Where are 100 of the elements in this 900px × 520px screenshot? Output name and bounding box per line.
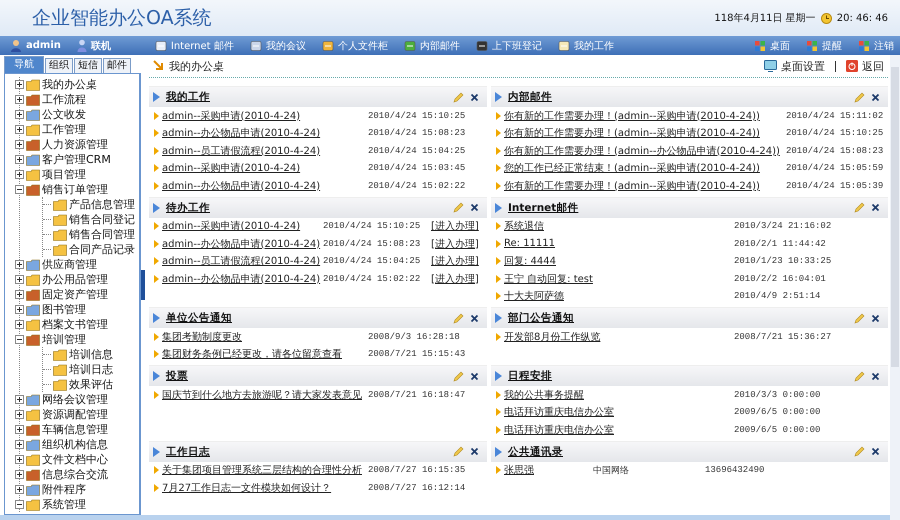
expand-icon[interactable] <box>15 125 24 134</box>
sidebar-tab[interactable]: 邮件 <box>103 58 131 73</box>
tree-item[interactable]: 文件文档中心 <box>42 452 108 467</box>
user-link[interactable]: admin <box>10 39 61 52</box>
item-link[interactable]: 您的工作已经正常结束！(admin--采购申请(2010-4-24)) <box>504 161 760 176</box>
item-link[interactable]: 7月27工作日志一文件模块如何设计？ <box>162 480 332 495</box>
close-icon[interactable] <box>470 314 479 322</box>
close-icon[interactable] <box>871 203 880 212</box>
expand-icon[interactable] <box>15 470 24 479</box>
tree-item[interactable]: 图书管理 <box>42 302 86 317</box>
panel-title[interactable]: Internet邮件 <box>508 200 578 214</box>
item-link[interactable]: 回复: 4444 <box>504 254 556 268</box>
close-icon[interactable] <box>470 203 479 212</box>
pencil-icon[interactable] <box>854 446 865 457</box>
item-link[interactable]: admin--办公物品申请(2010-4-24) <box>162 272 320 286</box>
expand-icon[interactable] <box>15 95 24 104</box>
item-link[interactable]: 开发部8月份工作纵览 <box>504 330 600 344</box>
panel-title[interactable]: 待办工作 <box>166 200 210 214</box>
item-link[interactable]: 你有新的工作需要办理！(admin--采购申请(2010-4-24)) <box>504 178 760 193</box>
tree-item[interactable]: 公文收发 <box>42 107 86 122</box>
tree-item[interactable]: 固定资产管理 <box>42 287 108 302</box>
item-link[interactable]: 王宁 自动回复: test <box>504 272 593 286</box>
expand-icon[interactable] <box>15 485 24 494</box>
sidebar-tab[interactable]: 短信 <box>74 58 102 73</box>
action-link[interactable]: [进入办理] <box>431 236 483 251</box>
item-link[interactable]: Re: 11111 <box>504 238 556 250</box>
pencil-icon[interactable] <box>453 92 464 102</box>
expand-icon[interactable] <box>15 140 24 149</box>
action-link[interactable]: [进入办理] <box>431 219 483 234</box>
expand-icon[interactable] <box>15 320 24 329</box>
nav-link[interactable]: 我的工作 <box>558 38 614 52</box>
expand-icon[interactable] <box>15 260 24 269</box>
nav-link[interactable]: 桌面 <box>754 38 790 52</box>
desktop-settings-link[interactable]: 桌面设置 <box>764 58 825 74</box>
close-icon[interactable] <box>470 92 479 102</box>
expand-icon[interactable] <box>15 440 24 449</box>
expand-icon[interactable] <box>15 170 24 179</box>
item-link[interactable]: 集团考勤制度更改 <box>162 330 242 344</box>
close-icon[interactable] <box>470 372 479 380</box>
pencil-icon[interactable] <box>453 370 464 382</box>
item-link[interactable]: 电话拜访重庆电信办公室 <box>504 405 614 420</box>
item-link[interactable]: admin--办公物品申请(2010-4-24) <box>162 178 320 193</box>
tree-item[interactable]: 档案文书管理 <box>42 317 108 332</box>
sidebar-tab[interactable]: 导航 <box>4 56 44 73</box>
tree-item[interactable]: 人力资源管理 <box>42 137 108 152</box>
close-icon[interactable] <box>871 314 880 322</box>
panel-title[interactable]: 我的工作 <box>166 90 210 104</box>
action-link[interactable]: [进入办理] <box>431 254 483 268</box>
item-link[interactable]: 张思强 <box>504 463 534 478</box>
expand-icon[interactable] <box>15 305 24 314</box>
sidebar-tab[interactable]: 组织 <box>45 58 73 73</box>
collapse-icon[interactable] <box>15 335 24 344</box>
tree-item[interactable]: 客户管理CRM <box>42 152 111 167</box>
panel-title[interactable]: 部门公告通知 <box>508 311 574 325</box>
nav-link[interactable]: 注销 <box>858 38 894 52</box>
item-link[interactable]: admin--采购申请(2010-4-24) <box>162 108 300 123</box>
tree-item[interactable]: 工作流程 <box>42 92 86 107</box>
pencil-icon[interactable] <box>854 92 865 102</box>
expand-icon[interactable] <box>15 290 24 299</box>
panel-title[interactable]: 内部邮件 <box>508 90 552 104</box>
tree-item[interactable]: 信息综合交流 <box>42 467 108 482</box>
item-link[interactable]: admin--采购申请(2010-4-24) <box>162 161 300 176</box>
tree-item[interactable]: 资源调配管理 <box>42 407 108 422</box>
tree-item[interactable]: 培训管理 <box>42 332 86 347</box>
expand-icon[interactable] <box>15 425 24 434</box>
nav-link[interactable]: 提醒 <box>806 38 842 52</box>
item-link[interactable]: 我的公共事务提醒 <box>504 388 584 402</box>
close-icon[interactable] <box>871 92 880 102</box>
tree-item[interactable]: 销售合同管理 <box>69 227 135 242</box>
item-link[interactable]: admin--办公物品申请(2010-4-24) <box>162 126 320 140</box>
tree-item[interactable]: 我的办公桌 <box>42 77 97 92</box>
panel-title[interactable]: 投票 <box>166 369 188 383</box>
panel-title[interactable]: 单位公告通知 <box>166 311 232 325</box>
tree-item[interactable]: 产品信息管理 <box>69 197 135 212</box>
item-link[interactable]: admin--办公物品申请(2010-4-24) <box>162 236 320 251</box>
expand-icon[interactable] <box>15 80 24 89</box>
pencil-icon[interactable] <box>854 202 865 213</box>
item-link[interactable]: 你有新的工作需要办理！(admin--办公物品申请(2010-4-24)) <box>504 144 780 158</box>
pencil-icon[interactable] <box>453 446 464 457</box>
nav-link[interactable]: 个人文件柜 <box>322 38 388 52</box>
pencil-icon[interactable] <box>854 370 865 382</box>
tree-item[interactable]: 合同产品记录 <box>69 242 135 257</box>
expand-icon[interactable] <box>15 275 24 284</box>
expand-icon[interactable] <box>15 155 24 164</box>
item-link[interactable]: 关于集团项目管理系统三层结构的合理性分析 <box>162 463 362 478</box>
close-icon[interactable] <box>470 447 479 456</box>
nav-link[interactable]: 上下班登记 <box>476 38 542 52</box>
tree-item[interactable]: 工作管理 <box>42 122 86 137</box>
close-icon[interactable] <box>871 447 880 456</box>
item-link[interactable]: admin--员工请假流程(2010-4-24) <box>162 144 320 158</box>
expand-icon[interactable] <box>15 410 24 419</box>
pencil-icon[interactable] <box>453 202 464 213</box>
tree-item[interactable]: 车辆信息管理 <box>42 422 108 437</box>
tree-item[interactable]: 效果评估 <box>69 377 113 392</box>
item-link[interactable]: admin--采购申请(2010-4-24) <box>162 219 300 234</box>
item-link[interactable]: admin--员工请假流程(2010-4-24) <box>162 254 320 268</box>
panel-title[interactable]: 工作日志 <box>166 444 210 458</box>
collapse-icon[interactable] <box>15 500 24 509</box>
tree-item[interactable]: 附件程序 <box>42 482 86 497</box>
pencil-icon[interactable] <box>453 312 464 324</box>
